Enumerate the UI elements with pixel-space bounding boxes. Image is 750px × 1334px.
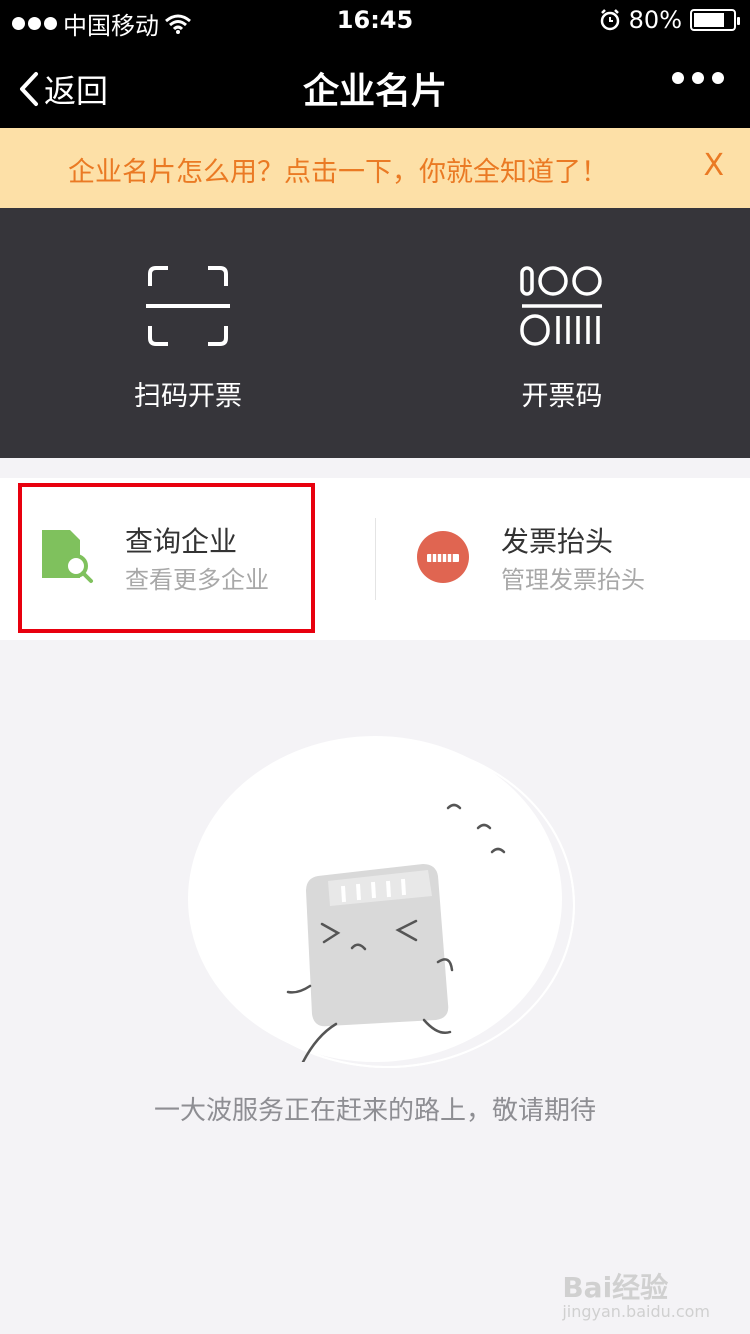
navigation-bar: 返回 企业名片 [0, 40, 750, 128]
invoice-header-title: 发票抬头 [501, 525, 614, 558]
scan-icon [146, 266, 230, 346]
invoice-code-button[interactable]: 开票码 [462, 264, 662, 413]
battery-icon [690, 9, 740, 31]
alarm-icon [600, 9, 619, 31]
invoice-header-subtitle: 管理发票抬头 [501, 566, 645, 594]
baidu-jingyan-watermark: Bai经验 jingyan.baidu.com [562, 1266, 710, 1321]
more-options-icon[interactable] [672, 72, 724, 84]
tip-banner[interactable]: 企业名片怎么用？点击一下，你就全知道了！ X [0, 128, 750, 208]
coming-soon-illustration [188, 736, 562, 1062]
close-tip-button[interactable]: X [703, 148, 724, 183]
page-title: 企业名片 [302, 71, 447, 112]
invoice-code-label: 开票码 [521, 381, 603, 412]
battery-percent: 80% [628, 6, 682, 34]
watermark-url: jingyan.baidu.com [562, 1302, 710, 1321]
watermark-brand: Bai经验 [562, 1271, 669, 1304]
status-bar: 中国移动 16:45 80% [0, 0, 750, 1068]
scan-invoice-button[interactable]: 扫码开票 [88, 264, 288, 413]
invoice-header-icon [417, 531, 469, 583]
highlight-box [18, 483, 315, 633]
quick-actions: 扫码开票 开票码 [0, 208, 750, 458]
tip-text[interactable]: 企业名片怎么用？点击一下，你就全知道了！ [68, 150, 608, 189]
scan-invoice-label: 扫码开票 [134, 381, 242, 412]
empty-state-message: 一大波服务正在赶来的路上，敬请期待 [153, 1096, 596, 1126]
invoice-header-card[interactable]: 发票抬头 管理发票抬头 [376, 478, 750, 640]
invoice-code-icon [520, 266, 602, 346]
